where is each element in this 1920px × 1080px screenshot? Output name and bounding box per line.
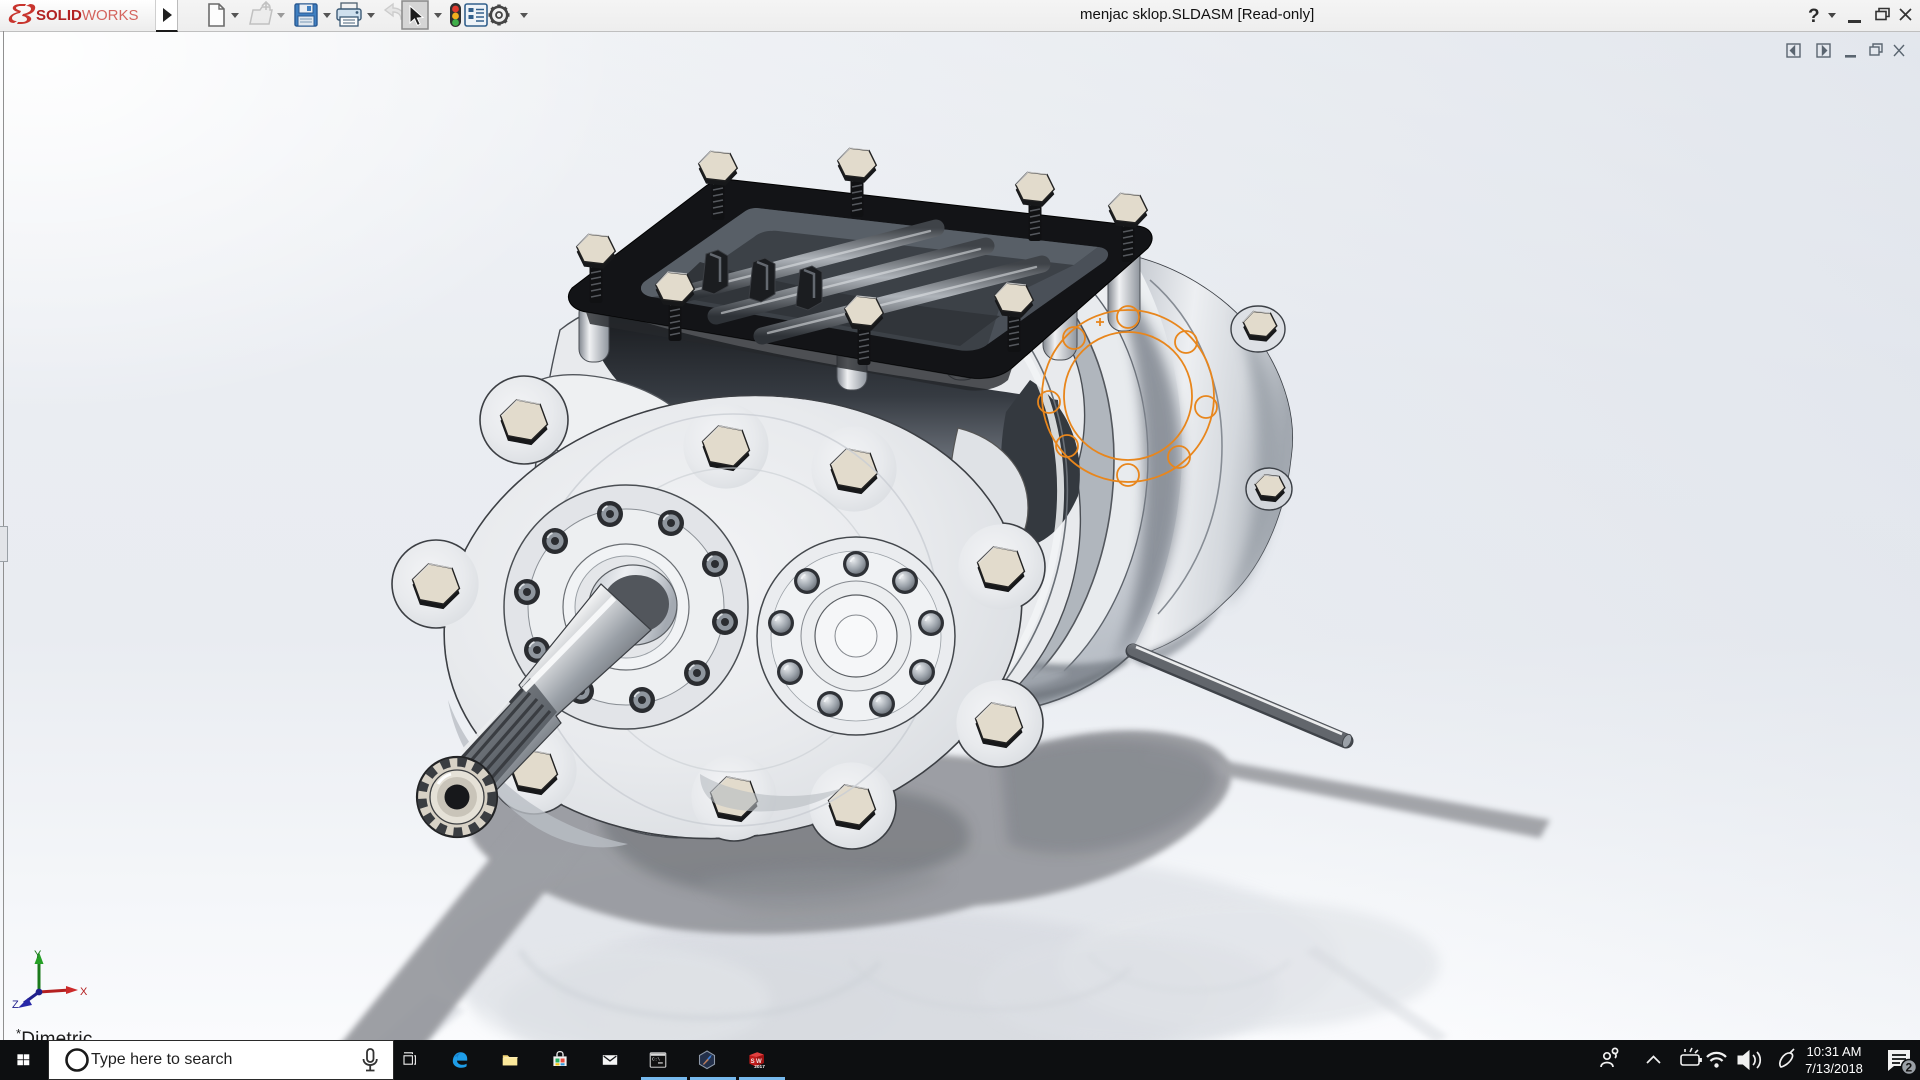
svg-text:C:\: C:\ <box>652 1057 660 1063</box>
svg-text:?: ? <box>1808 6 1820 27</box>
svg-text:S: S <box>751 1059 755 1065</box>
svg-text:2: 2 <box>1906 1061 1913 1075</box>
svg-text:Z: Z <box>12 999 19 1011</box>
svg-text:Y: Y <box>34 949 42 961</box>
svg-text:2017: 2017 <box>754 1064 765 1070</box>
svg-text:SOLIDWORKS: SOLIDWORKS <box>36 7 139 24</box>
svg-text:X: X <box>80 986 88 998</box>
svg-text:W: W <box>756 1059 762 1065</box>
